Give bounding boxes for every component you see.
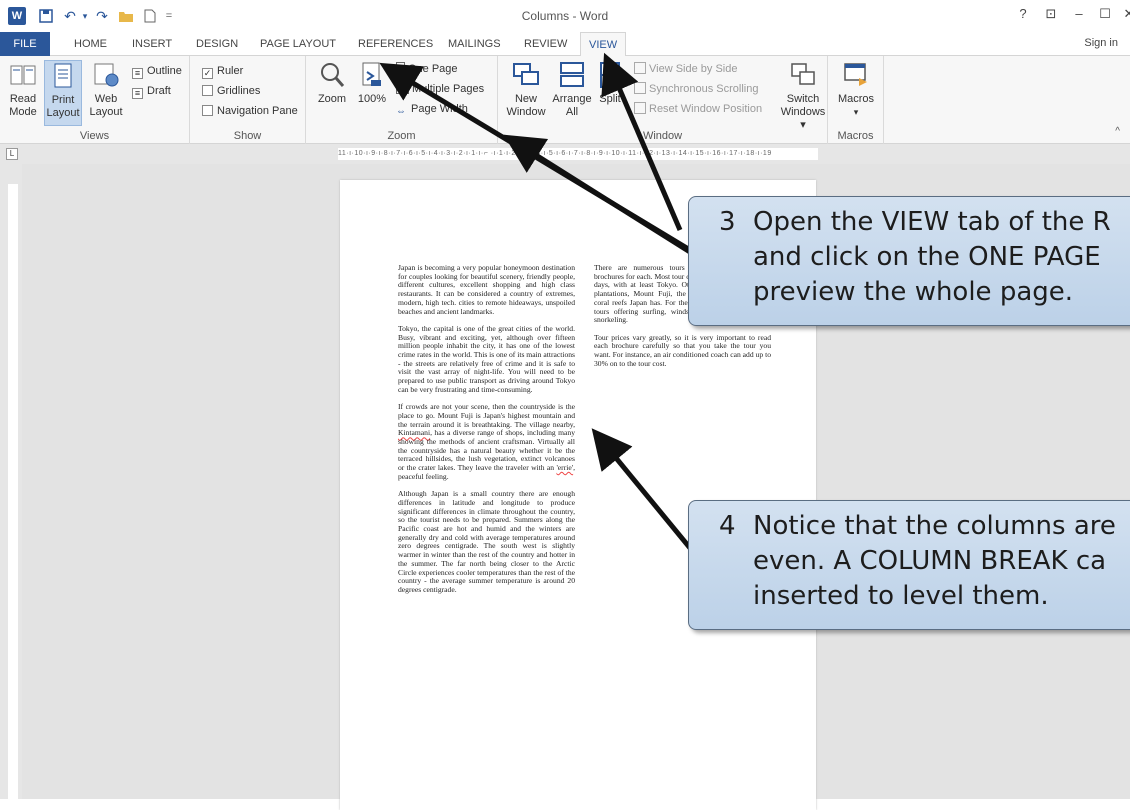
column-1[interactable]: Japan is becoming a very popular honeymo… <box>398 263 576 603</box>
tab-page-layout[interactable]: PAGE LAYOUT <box>252 32 344 56</box>
read-mode-button[interactable]: Read Mode <box>4 60 42 119</box>
new-window-icon <box>513 63 539 85</box>
paragraph: Tokyo, the capital is one of the great c… <box>398 323 576 394</box>
sync-scroll-icon <box>634 82 646 94</box>
close-icon[interactable]: ✕ <box>1118 6 1130 26</box>
web-layout-button[interactable]: Web Layout <box>86 60 126 119</box>
tab-mailings[interactable]: MAILINGS <box>440 32 509 56</box>
one-page-button[interactable]: One Page <box>396 60 458 78</box>
minimize-icon[interactable]: – <box>1068 6 1090 26</box>
print-layout-button[interactable]: Print Layout <box>44 60 82 126</box>
reset-window-icon <box>634 102 646 114</box>
help-icon[interactable]: ? <box>1012 6 1034 26</box>
title-bar: W ↶ ▾ ↷ = Columns - Word ? ⊡ – ☐ ✕ <box>0 0 1130 32</box>
page-width-icon: ⇔ <box>396 106 406 117</box>
views-group-label: Views <box>79 130 110 142</box>
draft-button[interactable]: ≡ Draft <box>132 82 171 100</box>
tab-review[interactable]: REVIEW <box>516 32 575 56</box>
reset-window-position-button[interactable]: Reset Window Position <box>634 100 762 118</box>
ruler-scale: 11·ı·10·ı·9·ı·8·ı·7·ı·6·ı·5·ı·4·ı·3·ı·2·… <box>338 148 818 160</box>
zoom-group: Zoom 100% One Page Multiple Pages ⇔ Page … <box>306 56 498 144</box>
unchecked-box <box>202 105 213 116</box>
tab-insert[interactable]: INSERT <box>124 32 180 56</box>
page-width-button[interactable]: ⇔ Page Width <box>396 100 468 118</box>
magnifier-icon <box>321 63 345 87</box>
switch-windows-button[interactable]: Switch Windows ▾ <box>778 60 828 132</box>
ruler-checkbox[interactable]: ✓ Ruler <box>202 62 243 80</box>
misspelled-word: Kintamani <box>398 428 431 438</box>
outline-button[interactable]: ≡ Outline <box>132 62 182 80</box>
paragraph: Although Japan is a small country there … <box>398 489 575 594</box>
checkmark-icon: ✓ <box>202 68 213 79</box>
ribbon-tabs: FILE HOME INSERT DESIGN PAGE LAYOUT REFE… <box>0 32 1130 57</box>
navigation-pane-checkbox[interactable]: Navigation Pane <box>202 102 298 120</box>
vertical-ruler[interactable] <box>0 164 22 799</box>
collapse-ribbon-icon[interactable]: ^ <box>1115 126 1120 137</box>
new-window-button[interactable]: New Window <box>504 60 548 119</box>
paragraph: Tour prices vary greatly, so it is very … <box>594 332 771 368</box>
read-mode-icon <box>10 65 36 85</box>
multiple-pages-icon <box>396 82 402 94</box>
arrange-all-icon <box>560 62 584 87</box>
ribbon: Read Mode Print Layout Web Layout ≡ Outline … <box>0 56 1130 144</box>
tab-home[interactable]: HOME <box>66 32 115 56</box>
zoom-group-label: Zoom <box>387 130 416 142</box>
multiple-pages-button[interactable]: Multiple Pages <box>396 80 484 98</box>
ribbon-display-options-icon[interactable]: ⊡ <box>1040 6 1062 26</box>
tab-file[interactable]: FILE <box>0 32 50 56</box>
zoom-100-icon <box>362 62 381 86</box>
maximize-icon[interactable]: ☐ <box>1094 6 1116 26</box>
split-button[interactable]: Split <box>594 60 626 106</box>
macros-group-label: Macros <box>837 130 874 142</box>
paragraph: If crowds are not your scene, then the c… <box>398 402 575 481</box>
tab-references[interactable]: REFERENCES <box>350 32 441 56</box>
vertical-ruler-scale <box>8 184 18 799</box>
zoom-button[interactable]: Zoom <box>312 60 352 106</box>
misspelled-word: 'errie' <box>556 463 574 473</box>
show-group-label: Show <box>233 130 262 142</box>
show-group: ✓ Ruler Gridlines Navigation Pane Show <box>190 56 306 144</box>
horizontal-ruler[interactable]: L 11·ı·10·ı·9·ı·8·ı·7·ı·6·ı·5·ı·4·ı·3·ı·… <box>0 144 1130 164</box>
print-layout-icon <box>54 63 72 88</box>
tab-selector[interactable]: L <box>6 148 18 160</box>
tab-design[interactable]: DESIGN <box>188 32 246 56</box>
macros-button[interactable]: Macros ▾ <box>834 60 878 119</box>
outline-icon: ≡ <box>132 68 143 79</box>
window-group-label: Window <box>642 130 683 142</box>
draft-icon: ≡ <box>132 88 143 99</box>
macros-group: Macros ▾ Macros <box>828 56 884 144</box>
callout-step-4: 4 Notice that the columns are even. A COL… <box>688 500 1130 630</box>
switch-windows-icon <box>791 63 815 85</box>
gridlines-checkbox[interactable]: Gridlines <box>202 82 260 100</box>
sign-in-link[interactable]: Sign in <box>1084 37 1118 49</box>
views-group: Read Mode Print Layout Web Layout ≡ Outline … <box>0 56 190 144</box>
view-side-by-side-button[interactable]: View Side by Side <box>634 60 737 78</box>
window-title: Columns - Word <box>521 9 609 23</box>
macros-icon <box>844 63 867 86</box>
zoom-100-button[interactable]: 100% <box>354 60 390 106</box>
arrange-all-button[interactable]: Arrange All <box>550 60 594 119</box>
tab-view[interactable]: VIEW <box>580 32 626 57</box>
web-layout-icon <box>94 63 119 87</box>
callout-step-3: 3 Open the VIEW tab of the R and click on… <box>688 196 1130 326</box>
window-group: New Window Arrange All Split View Side by … <box>498 56 828 144</box>
one-page-icon <box>396 62 405 74</box>
split-icon <box>600 62 620 88</box>
synchronous-scrolling-button[interactable]: Synchronous Scrolling <box>634 80 758 98</box>
unchecked-box <box>202 85 213 96</box>
paragraph: Japan is becoming a very popular honeymo… <box>398 263 575 316</box>
side-by-side-icon <box>634 62 646 74</box>
